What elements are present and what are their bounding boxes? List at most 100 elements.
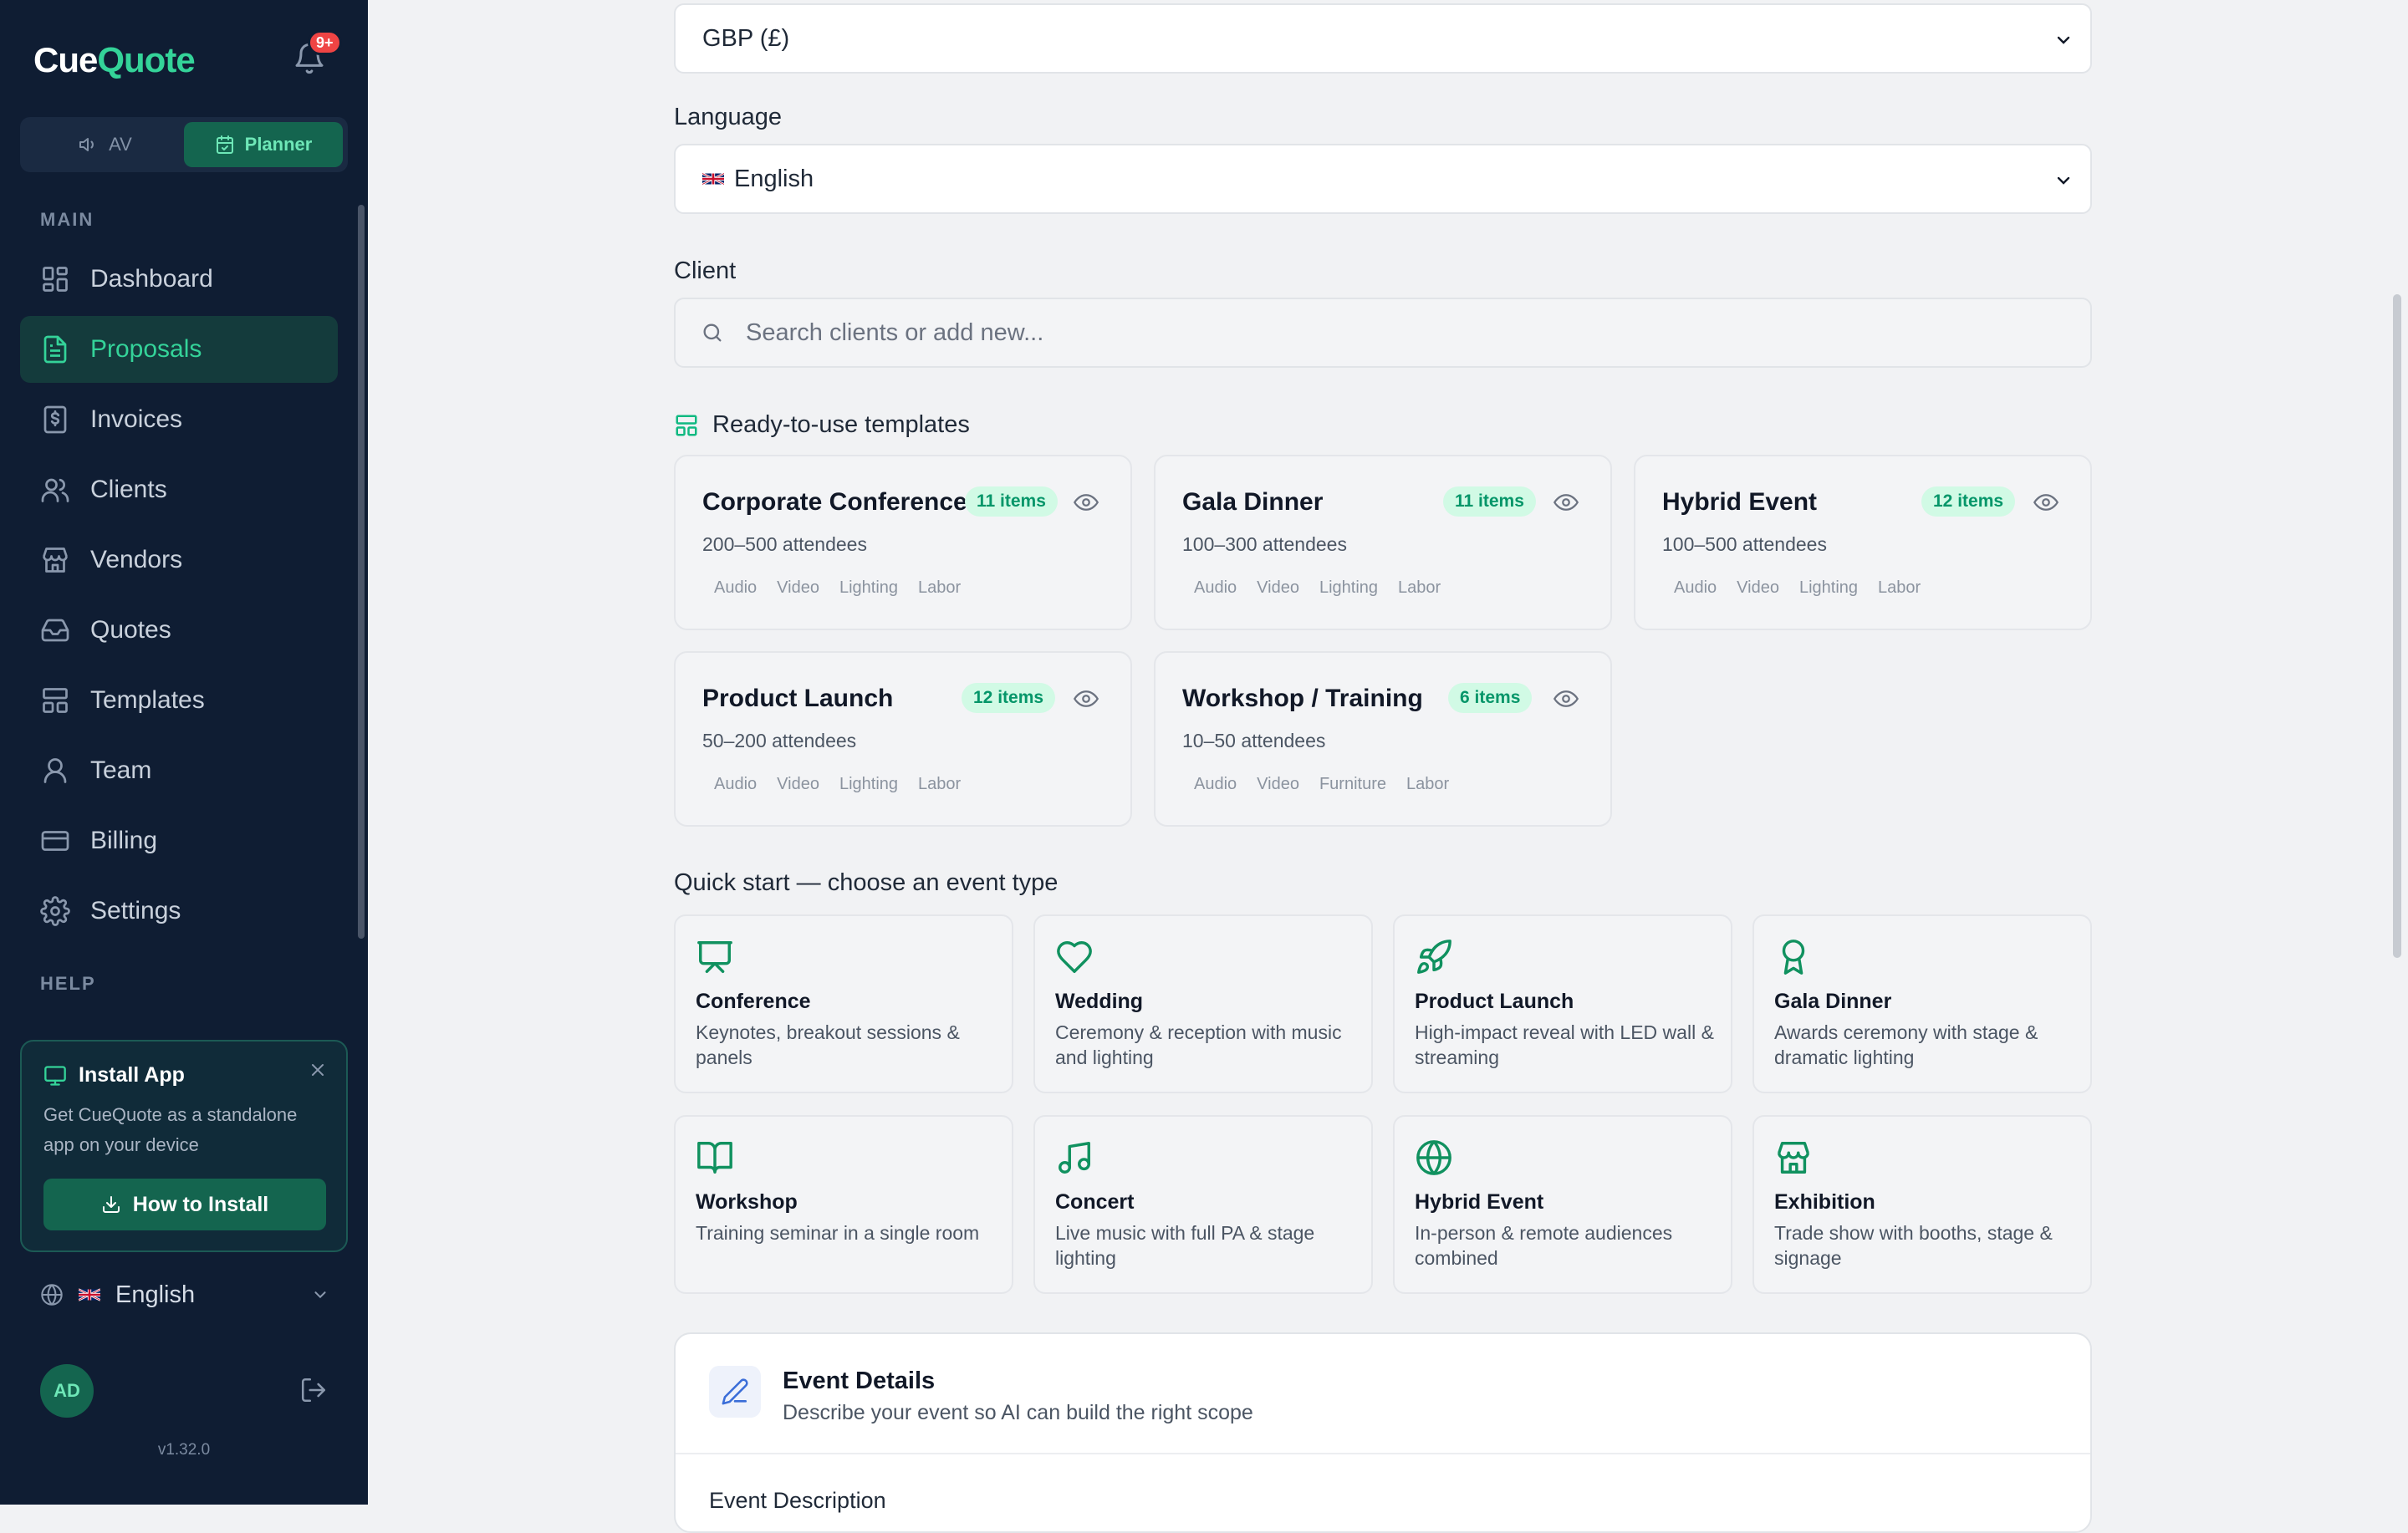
sidebar-item-label: Team: [90, 756, 152, 784]
template-name: Product Launch: [702, 685, 894, 712]
mode-planner-button[interactable]: Planner: [184, 122, 343, 167]
app-logo[interactable]: CueQuote: [33, 40, 196, 80]
event-type-desc: Keynotes, breakout sessions & panels: [696, 1021, 960, 1068]
layout-icon: [43, 688, 68, 713]
event-type-name: Concert: [1055, 1190, 1135, 1214]
uk-flag-icon: [79, 1288, 100, 1301]
sidebar-item-billing[interactable]: Billing: [20, 807, 338, 874]
store-icon: [1778, 1142, 1809, 1174]
event-type-desc: Live music with full PA & stage lighting: [1055, 1222, 1315, 1269]
client-search-input[interactable]: Search clients or add new...: [674, 298, 2092, 368]
download-icon: [102, 1196, 120, 1213]
event-type-exhibition[interactable]: Exhibition Trade show with booths, stage…: [1752, 1115, 2092, 1294]
event-type-desc: Training seminar in a single room: [696, 1222, 980, 1244]
install-app-panel: Install App Get CueQuote as a standalone…: [20, 1040, 348, 1252]
how-to-install-label: How to Install: [132, 1192, 269, 1216]
chevron-down-icon: [2057, 176, 2070, 185]
sidebar-item-label: Clients: [90, 476, 167, 503]
event-type-name: Wedding: [1055, 990, 1144, 1013]
language-selector-label: English: [115, 1281, 196, 1308]
sidebar-item-label: Billing: [90, 827, 158, 854]
template-items-badge: 11 items: [1443, 486, 1536, 517]
eye-icon[interactable]: [2033, 491, 2059, 513]
close-icon[interactable]: [308, 1060, 328, 1080]
eye-icon[interactable]: [1553, 491, 1579, 513]
credit-card-icon: [41, 831, 69, 851]
event-type-product-launch[interactable]: Product Launch High-impact reveal with L…: [1393, 914, 1732, 1093]
eye-icon[interactable]: [1074, 491, 1099, 513]
event-type-hybrid-event[interactable]: Hybrid Event In-person & remote audience…: [1393, 1115, 1732, 1294]
templates-heading-text: Ready-to-use templates: [712, 411, 970, 438]
language-label: Language: [674, 104, 783, 130]
template-name: Workshop / Training: [1182, 685, 1423, 712]
install-app-title-text: Install App: [79, 1063, 185, 1087]
template-card-workshop-training[interactable]: Workshop / Training 6 items 10–50 attend…: [1154, 651, 1612, 827]
currency-select[interactable]: GBP (£): [674, 3, 2092, 74]
sidebar-item-team[interactable]: Team: [20, 737, 338, 804]
event-type-gala-dinner[interactable]: Gala Dinner Awards ceremony with stage &…: [1752, 914, 2092, 1093]
template-attendees: 50–200 attendees: [702, 730, 857, 751]
rocket-icon: [1417, 940, 1451, 974]
event-type-name: Exhibition: [1774, 1190, 1875, 1214]
template-items-badge: 6 items: [1448, 683, 1533, 713]
template-card-corporate-conference[interactable]: Corporate Conference 11 items 200–500 at…: [674, 455, 1132, 630]
event-type-desc: High-impact reveal with LED wall & strea…: [1415, 1021, 1714, 1068]
install-app-title: Install App: [43, 1063, 185, 1087]
event-type-workshop[interactable]: Workshop Training seminar in a single ro…: [674, 1115, 1013, 1294]
template-card-product-launch[interactable]: Product Launch 12 items 50–200 attendees…: [674, 651, 1132, 827]
language-selector[interactable]: English: [40, 1279, 329, 1311]
client-label: Client: [674, 257, 737, 284]
chevron-down-icon: [314, 1291, 326, 1299]
music-icon: [1059, 1142, 1090, 1174]
how-to-install-button[interactable]: How to Install: [43, 1179, 326, 1230]
client-search-placeholder: Search clients or add new...: [746, 318, 1044, 346]
sidebar-item-quotes[interactable]: Quotes: [20, 597, 338, 664]
language-select[interactable]: English: [674, 144, 2092, 214]
inbox-icon: [41, 619, 69, 642]
divider: [676, 1453, 2090, 1454]
main-scrollbar[interactable]: [2393, 294, 2401, 958]
sidebar-item-label: Dashboard: [90, 265, 213, 293]
sidebar-item-proposals[interactable]: Proposals: [20, 316, 338, 383]
sidebar-item-invoices[interactable]: Invoices: [20, 386, 338, 453]
event-details-panel: Event Details Describe your event so AI …: [674, 1332, 2092, 1533]
eye-icon[interactable]: [1553, 688, 1579, 710]
template-items-badge: 11 items: [965, 486, 1058, 517]
logout-icon[interactable]: [299, 1376, 329, 1406]
globe-icon: [41, 1284, 63, 1306]
eye-icon[interactable]: [1074, 688, 1099, 710]
uk-flag-icon: [702, 172, 724, 186]
dollar-file-icon: [43, 405, 67, 434]
sidebar-item-dashboard[interactable]: Dashboard: [20, 246, 338, 313]
event-type-name: Conference: [696, 990, 811, 1013]
sidebar-scrollbar[interactable]: [358, 205, 365, 939]
template-card-gala-dinner[interactable]: Gala Dinner 11 items 100–300 attendees A…: [1154, 455, 1612, 630]
event-type-name: Workshop: [696, 1190, 798, 1214]
sidebar-item-settings[interactable]: Settings: [20, 878, 338, 945]
event-type-concert[interactable]: Concert Live music with full PA & stage …: [1033, 1115, 1373, 1294]
grid-icon: [43, 267, 68, 292]
currency-select-value: GBP (£): [702, 24, 790, 52]
template-name: Gala Dinner: [1182, 488, 1324, 516]
sidebar-item-label: Proposals: [90, 335, 202, 363]
event-type-name: Hybrid Event: [1415, 1190, 1544, 1214]
sidebar-item-label: Settings: [90, 897, 181, 924]
sidebar-item-vendors[interactable]: Vendors: [20, 527, 338, 593]
app-version: v1.32.0: [157, 1441, 211, 1459]
sidebar-item-clients[interactable]: Clients: [20, 456, 338, 523]
avatar[interactable]: AD: [40, 1364, 94, 1418]
search-icon: [703, 323, 722, 342]
section-help-label: HELP: [40, 973, 96, 994]
event-type-conference[interactable]: Conference Keynotes, breakout sessions &…: [674, 914, 1013, 1093]
template-name: Hybrid Event: [1662, 488, 1818, 516]
sidebar-item-label: Invoices: [90, 405, 183, 433]
calendar-check-icon: [216, 135, 233, 154]
quickstart-heading-text: Quick start — choose an event type: [674, 869, 1059, 896]
template-card-hybrid-event[interactable]: Hybrid Event 12 items 100–500 attendees …: [1634, 455, 2092, 630]
template-attendees: 100–300 attendees: [1182, 533, 1347, 555]
chevron-down-icon: [2057, 36, 2070, 44]
mode-av-button[interactable]: AV: [25, 122, 186, 167]
event-type-wedding[interactable]: Wedding Ceremony & reception with music …: [1033, 914, 1373, 1093]
sidebar-item-templates[interactable]: Templates: [20, 667, 338, 734]
template-attendees: 200–500 attendees: [702, 533, 867, 555]
